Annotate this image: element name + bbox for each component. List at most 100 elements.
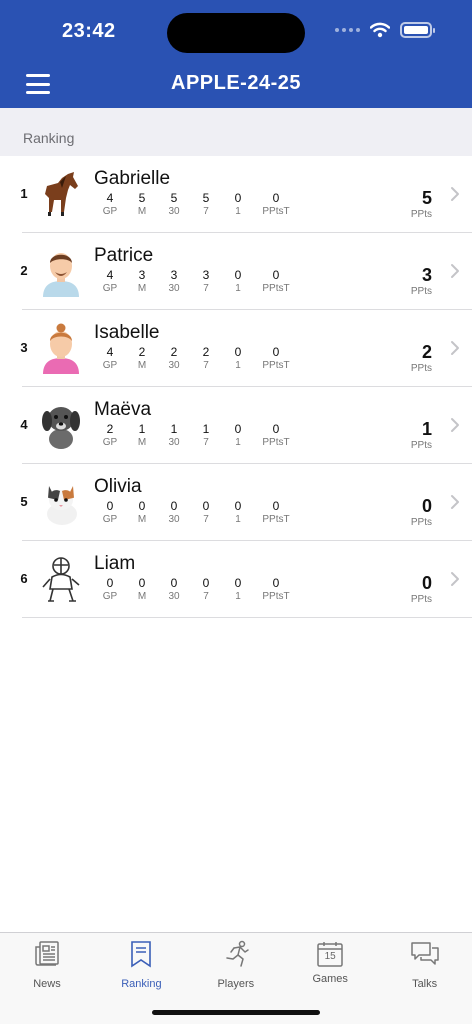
player-name: Gabrielle [94,168,171,189]
ranking-row[interactable]: 2 Patrice 4 GP 3 M 3 30 3 7 0 1 0 PPtsT 3 PPts [20,233,472,310]
stat-column: 5M [126,191,158,218]
section-header: Ranking [0,108,472,156]
tab-games[interactable]: 15 Games [283,939,377,991]
stat-value: 2 [202,345,210,359]
stat-column: 2 GP [94,422,126,449]
stat-value: 0 [138,576,146,590]
tab-ranking[interactable]: Ranking [94,939,188,991]
battery-icon [400,22,435,38]
woman-avatar-icon [38,322,84,374]
stat-value: 0 [170,499,178,513]
player-score: 0 PPts [392,573,432,606]
stat-value: 1 [202,422,210,436]
stat-value: 2 [138,345,146,359]
stat-value: 0 [272,345,280,359]
stat-value: 5 [138,191,146,205]
player-score: 0 PPts [392,496,432,529]
rank-number: 1 [20,186,28,201]
stat-label: 1 [235,437,241,448]
ranking-list: 1 Gabrielle 4 GP 5 M 5 30 5 7 0 1 0 PPtsT 5 PPts 2 Patric… [0,156,472,618]
rank-number: 2 [20,263,28,278]
score-label: PPts [410,286,432,297]
stat-column: 4 GP [94,191,126,218]
stat-column: 57 [190,191,222,218]
stat-label: 7 [203,437,209,448]
stat-label: M [137,591,147,602]
player-score: 5 PPts [392,188,432,221]
stat-label: 1 [235,591,241,602]
stat-column: 0 PPtsT [254,268,298,295]
stat-column: 3 30 [158,268,190,295]
ranking-row[interactable]: 1 Gabrielle 4 GP 5 M 5 30 5 7 0 1 0 PPtsT 5 PPts [20,156,472,233]
stat-value: 4 [106,268,114,282]
stat-label: 30 [168,514,180,525]
tab-news[interactable]: News [0,939,94,991]
cellular-signal-icon [335,28,360,32]
score-label: PPts [410,440,432,451]
tab-label: Ranking [121,978,162,990]
player-name: Olivia [94,476,142,497]
cat-avatar-icon [38,476,84,528]
stat-value: 4 [106,345,114,359]
stat-value: 0 [138,499,146,513]
stat-column: 2 30 [158,345,190,372]
stat-column: 1 30 [158,422,190,449]
ranking-icon [126,939,156,974]
calendar-day: 15 [324,951,336,962]
ranking-row[interactable]: 3 Isabelle 4 GP 2 M 2 30 2 7 0 1 0 PPtsT 2 PPts [20,310,472,387]
stat-label: PPtsT [262,591,290,602]
stat-value: 0 [234,345,242,359]
stat-label: PPtsT [262,206,290,217]
stat-label: GP [102,437,118,448]
stat-column: 1M [126,422,158,449]
ranking-row[interactable]: 6 Liam 0 GP 0 M 0 30 0 7 0 1 0 PPtsT 0 PPts [20,541,472,618]
stat-column: 5 30 [158,191,190,218]
wifi-icon [370,22,390,38]
tab-talks[interactable]: Talks [378,939,472,991]
stat-value: 0 [234,576,242,590]
stat-value: 0 [234,422,242,436]
stat-column: 0 GP [94,499,126,526]
player-name: Isabelle [94,322,160,343]
stat-column: 0 30 [158,576,190,603]
stat-label: GP [102,206,118,217]
stat-value: 0 [234,499,242,513]
stat-column: 4 GP [94,345,126,372]
ranking-row[interactable]: 4 Maëva 2 GP 1 M 1 30 1 7 0 1 0 PPtsT 1 PPts [20,387,472,464]
stat-label: 30 [168,591,180,602]
stat-column: 37 [190,268,222,295]
score-value: 5 [421,188,432,208]
horse-avatar-icon [38,168,84,220]
score-label: PPts [410,209,432,220]
score-value: 0 [421,573,432,593]
stat-label: GP [102,283,118,294]
player-name: Patrice [94,245,154,266]
stat-label: PPtsT [262,514,290,525]
stat-column: 27 [190,345,222,372]
stat-label: 1 [235,206,241,217]
player-score: 1 PPts [392,419,432,452]
stat-label: 1 [235,360,241,371]
ranking-row[interactable]: 5 Olivia 0 GP 0 M 0 30 0 7 0 1 0 PPtsT 0 PPts [20,464,472,541]
stat-label: GP [102,591,118,602]
score-value: 1 [421,419,432,439]
rank-number: 3 [20,340,28,355]
stat-column: 01 [222,345,254,372]
stat-column: 4 GP [94,268,126,295]
stat-column: 0 30 [158,499,190,526]
player-stats: 4 GP 3 M 3 30 3 7 0 1 0 PPtsT [94,268,298,295]
nav-header: 23:42 APPLE-24-25 [0,0,472,108]
score-value: 3 [421,265,432,285]
stat-column: 0 PPtsT [254,499,298,526]
stat-column: 3M [126,268,158,295]
stat-label: 7 [203,591,209,602]
stat-label: M [137,206,147,217]
stat-label: 7 [203,283,209,294]
stat-label: 7 [203,206,209,217]
tab-players[interactable]: Players [189,939,283,991]
stat-column: 07 [190,499,222,526]
stat-column: 01 [222,422,254,449]
tab-label: Players [217,978,255,990]
stat-column: 0M [126,499,158,526]
stat-column: 01 [222,499,254,526]
